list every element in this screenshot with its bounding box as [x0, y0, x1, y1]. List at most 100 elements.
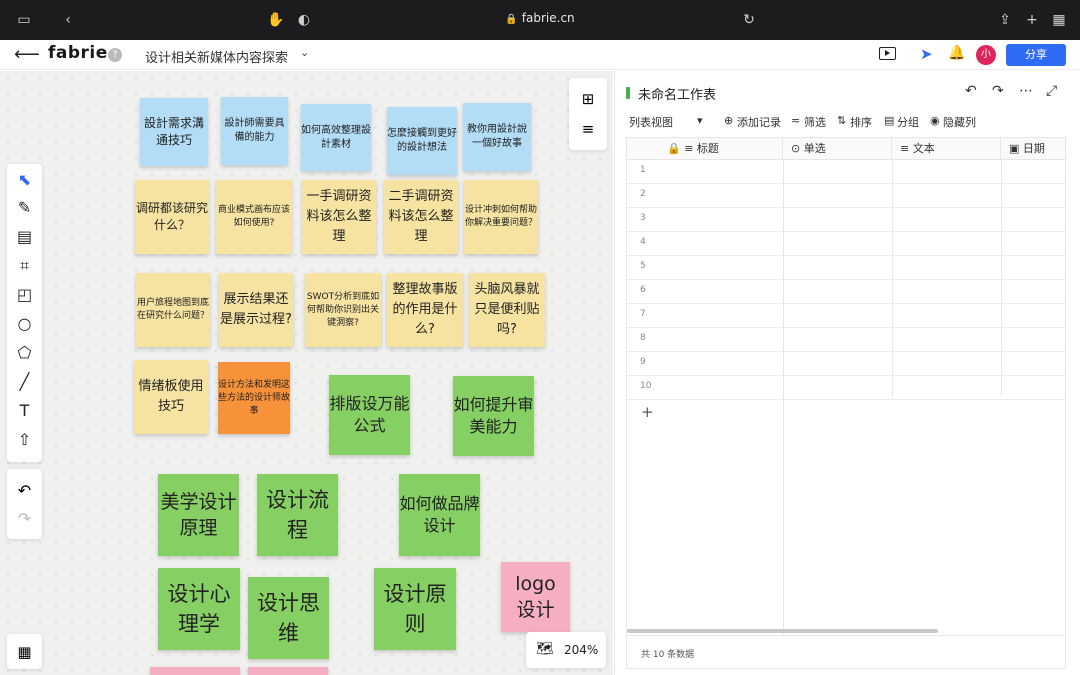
table-row[interactable]: 6	[627, 280, 1065, 304]
sheet-title[interactable]: 未命名工作表	[638, 84, 716, 103]
tabs-grid-icon[interactable]: ▦	[1049, 10, 1069, 30]
chevron-down-icon[interactable]: ⌄	[300, 46, 309, 59]
sticky-note[interactable]: 设计冲刺如何帮助你解决重要问题？	[464, 180, 538, 254]
sticky-note[interactable]: 排版设万能公式	[329, 375, 410, 455]
sticky-note[interactable]: 调研都该研究什么？	[135, 180, 209, 254]
fabrie-logo: fabrie	[48, 43, 108, 63]
back-arrow-icon[interactable]: ⟵	[14, 44, 40, 65]
column-header-date[interactable]: ▣ 日期	[1001, 138, 1065, 160]
more-icon[interactable]: ⋯	[1019, 83, 1033, 99]
undo-icon[interactable]: ↶	[12, 478, 37, 503]
calendar-icon: ▣	[1009, 142, 1020, 155]
sticky-note[interactable]: 展示结果还是展示过程?	[219, 273, 293, 347]
sticky-note[interactable]: 如何做品牌设计	[399, 474, 480, 556]
sticky-note[interactable]: 怎麼接觸到更好的設計想法	[387, 107, 457, 175]
sticky-note-partial[interactable]	[150, 667, 240, 675]
table-row[interactable]: 10	[627, 376, 1065, 400]
pentagon-icon[interactable]: ⬠	[12, 340, 37, 365]
sticky-note[interactable]: 设计思维	[248, 577, 329, 659]
redo-icon[interactable]: ↷	[12, 506, 37, 531]
left-toolbar: ⬉ ✎ ▤ ⌗ ◰ ○ ⬠ ╱ T ⇧	[7, 164, 42, 462]
add-row-icon[interactable]: +	[641, 403, 654, 421]
board-title[interactable]: 设计相关新媒体内容探索	[145, 47, 288, 66]
share-icon[interactable]: ⇪	[995, 10, 1015, 30]
undo-icon[interactable]: ↶	[965, 83, 977, 99]
sticky-note[interactable]: 設計需求溝通技巧	[140, 98, 208, 166]
layout-icon[interactable]: ▦	[7, 634, 42, 669]
select-icon[interactable]: ⬉	[12, 167, 37, 192]
sticky-note[interactable]: 设计流程	[257, 474, 338, 556]
history-toolbar: ↶ ↷	[7, 469, 42, 539]
table-row[interactable]: 3	[627, 208, 1065, 232]
sticky-note[interactable]: 如何高效整理設計素材	[301, 104, 371, 171]
sticky-note[interactable]: 头脑风暴就只是便利贴吗?	[469, 273, 545, 347]
reload-icon[interactable]: ↻	[739, 10, 759, 30]
avatar[interactable]: 小	[976, 45, 996, 65]
hide-columns-button[interactable]: 隐藏列	[943, 114, 976, 130]
eye-icon[interactable]: ◉	[930, 114, 940, 127]
sticky-note[interactable]: 设计原则	[374, 568, 456, 650]
map-icon[interactable]: 🗺	[536, 641, 554, 657]
circle-icon[interactable]: ○	[12, 311, 37, 336]
table-row[interactable]: 1	[627, 160, 1065, 184]
new-tab-icon[interactable]: +	[1022, 10, 1042, 30]
table-row[interactable]: 2	[627, 184, 1065, 208]
sticky-note[interactable]: 教你用設計說一個好故事	[463, 103, 531, 171]
share-button[interactable]: 分享	[1006, 44, 1066, 66]
table-row[interactable]: 5	[627, 256, 1065, 280]
frame-icon[interactable]: ▤	[12, 224, 37, 249]
pen-icon[interactable]: ✎	[12, 195, 37, 220]
table-view-icon[interactable]: ⊞	[576, 87, 600, 111]
whiteboard-canvas[interactable]: ⬉ ✎ ▤ ⌗ ◰ ○ ⬠ ╱ T ⇧ ↶ ↷ ▦ ⊞ ≡ 設計需求溝通技巧 設…	[0, 71, 613, 675]
present-icon[interactable]	[879, 47, 896, 60]
sticky-note[interactable]: 设计方法和发明这些方法的设计师故事	[218, 362, 290, 434]
table-row[interactable]: 4	[627, 232, 1065, 256]
url-bar[interactable]: 🔒 fabrie.cn	[0, 11, 1080, 25]
text-icon[interactable]: T	[12, 398, 37, 423]
app-header: ⟵ fabrie ? 设计相关新媒体内容探索 ⌄ ➤ 🔔 小 分享	[0, 40, 1080, 70]
sticky-note[interactable]: 商业模式画布应该如何使用?	[216, 180, 292, 254]
sticky-note-partial[interactable]	[248, 667, 328, 675]
filter-icon[interactable]: ≂	[791, 114, 800, 127]
sticky-note[interactable]: 設計師需要具備的能力	[221, 97, 288, 165]
column-header-text[interactable]: ≡ 文本	[892, 138, 1001, 160]
sort-button[interactable]: 排序	[850, 114, 872, 130]
column-header-title[interactable]: 🔒 ≡ 标题	[627, 138, 783, 160]
redo-icon[interactable]: ↷	[992, 83, 1004, 99]
horizontal-scrollbar[interactable]	[627, 629, 938, 633]
help-icon[interactable]: ?	[108, 48, 122, 62]
add-record-icon[interactable]: ⊕	[724, 114, 733, 127]
bell-icon[interactable]: 🔔	[948, 45, 965, 61]
column-header-single-select[interactable]: ⊙ 单选	[783, 138, 892, 160]
filter-button[interactable]: 筛选	[804, 114, 826, 130]
sticky-note[interactable]: 一手调研资料该怎么整理	[302, 180, 376, 254]
zoom-control[interactable]: 🗺 204%	[526, 632, 606, 668]
sticky-note[interactable]: 用户旅程地图到底在研究什么问题？	[136, 273, 210, 347]
expand-icon[interactable]: ⤢	[1046, 83, 1057, 99]
sticky-note-icon[interactable]: ◰	[12, 282, 37, 307]
right-toolbar: ⊞ ≡	[569, 78, 607, 150]
add-list-icon[interactable]: ≡	[576, 117, 600, 141]
chevron-down-icon[interactable]: ▾	[697, 114, 703, 127]
sticky-note[interactable]: 情绪板使用技巧	[134, 360, 208, 434]
sticky-note[interactable]: 设计心理学	[158, 568, 240, 650]
group-button[interactable]: 分组	[897, 114, 919, 130]
view-selector[interactable]: 列表视图	[629, 114, 673, 130]
sort-icon[interactable]: ⇅	[837, 114, 846, 127]
sticky-note[interactable]: 如何提升审美能力	[453, 376, 534, 456]
upload-icon[interactable]: ⇧	[12, 427, 37, 452]
sticky-note[interactable]: SWOT分析到底如何帮助你识别出关键洞察?	[305, 273, 381, 347]
table-row[interactable]: 8	[627, 328, 1065, 352]
data-table: 🔒 ≡ 标题 ⊙ 单选 ≡ 文本 ▣ 日期 1 2 3 4 5 6 7 8 9 …	[626, 137, 1066, 669]
sticky-note[interactable]: logo设计	[501, 562, 570, 632]
add-record-button[interactable]: 添加记录	[737, 114, 781, 130]
table-row[interactable]: 7	[627, 304, 1065, 328]
cursor-icon[interactable]: ➤	[920, 45, 933, 63]
crop-icon[interactable]: ⌗	[12, 253, 37, 278]
sticky-note[interactable]: 二手调研资料该怎么整理	[384, 180, 458, 254]
sticky-note[interactable]: 美学设计原理	[158, 474, 239, 556]
group-icon[interactable]: ▤	[884, 114, 894, 127]
sticky-note[interactable]: 整理故事版的作用是什么?	[387, 273, 463, 347]
table-row[interactable]: 9	[627, 352, 1065, 376]
line-icon[interactable]: ╱	[12, 369, 37, 394]
